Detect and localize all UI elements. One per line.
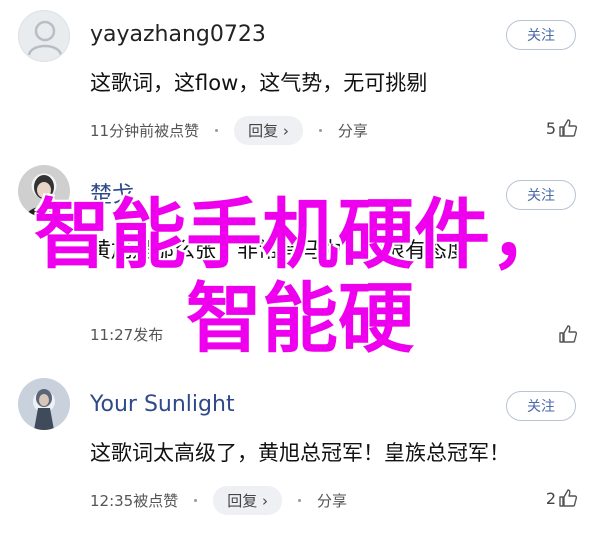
like-button[interactable]: 5 (546, 118, 578, 138)
username[interactable]: Your Sunlight (90, 392, 235, 417)
like-count: 2 (545, 488, 556, 508)
comment-meta: 11分钟前被点赞 回复 › 分享 (90, 116, 368, 145)
overlay-title-line-2: 智能硬 (186, 274, 414, 363)
separator-dot (318, 129, 322, 132)
avatar[interactable] (18, 10, 70, 62)
comment-time: 11分钟前被点赞 (90, 122, 200, 140)
avatar[interactable] (18, 378, 70, 430)
comment-text: 这歌词太高级了，黄旭总冠军！皇族总冠军！ (90, 441, 510, 465)
share-button[interactable]: 分享 (338, 120, 368, 141)
default-avatar-icon (27, 20, 63, 56)
reply-button[interactable]: 回复 › (213, 486, 283, 515)
thumbs-up-icon (559, 489, 578, 507)
follow-button[interactable]: 关注 (506, 391, 576, 421)
separator-dot (215, 129, 219, 132)
comment-text: 这歌词，这flow，这气势，无可挑剔 (90, 71, 428, 95)
separator-dot (298, 499, 302, 502)
separator-dot (194, 499, 198, 502)
user-photo-icon (34, 389, 54, 430)
like-count: 5 (545, 118, 556, 138)
like-button[interactable]: 2 (546, 488, 578, 508)
share-button[interactable]: 分享 (317, 490, 347, 511)
follow-button[interactable]: 关注 (506, 20, 576, 50)
comment-time: 12:35被点赞 (90, 492, 179, 510)
overlay-title-line-1: 智能手机硬件， (34, 190, 566, 279)
comment-meta: 12:35被点赞 回复 › 分享 (90, 486, 347, 515)
thumbs-up-icon (559, 119, 578, 137)
username[interactable]: yayazhang0723 (90, 22, 266, 47)
reply-button[interactable]: 回复 › (234, 116, 303, 145)
